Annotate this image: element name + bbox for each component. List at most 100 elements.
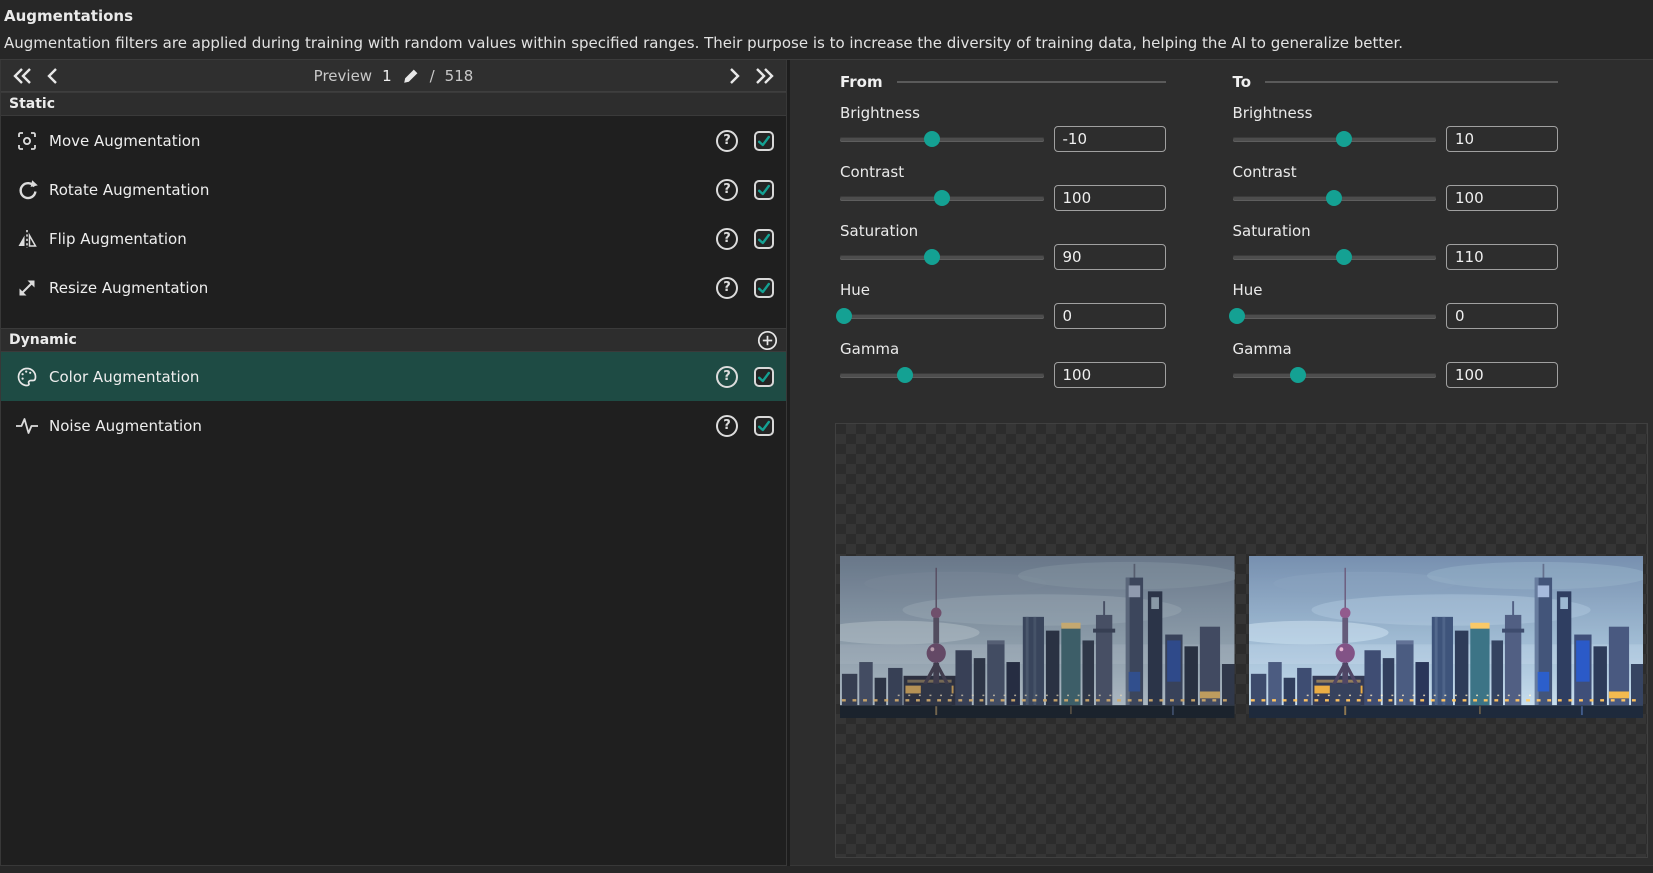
slider-label: Brightness [840, 104, 1166, 122]
from-saturation-group: Saturation [840, 222, 1166, 266]
slider-track[interactable] [840, 255, 1044, 260]
slider-track[interactable] [840, 314, 1044, 319]
from-contrast-slider[interactable] [840, 189, 1044, 207]
slider-knob[interactable] [836, 308, 852, 324]
previous-page-button[interactable] [45, 65, 61, 87]
from-gamma-slider[interactable] [840, 366, 1044, 384]
from-hue-input[interactable] [1054, 303, 1166, 329]
slider-label: Saturation [1233, 222, 1559, 240]
augmentation-label: Flip Augmentation [49, 230, 716, 248]
noise-augmentation-checkbox[interactable] [754, 416, 774, 436]
edit-page-icon[interactable] [402, 67, 420, 85]
to-gamma-input[interactable] [1446, 362, 1558, 388]
preview-pager: Preview 1 / 518 [61, 67, 726, 85]
from-brightness-input[interactable] [1054, 126, 1166, 152]
help-icon[interactable]: ? [716, 415, 738, 437]
to-contrast-slider[interactable] [1233, 189, 1437, 207]
range-controls: From Brightness Contrast [790, 60, 1653, 399]
from-brightness-slider[interactable] [840, 130, 1044, 148]
from-saturation-slider[interactable] [840, 248, 1044, 266]
to-hue-input[interactable] [1446, 303, 1558, 329]
move-augmentation-checkbox[interactable] [754, 131, 774, 151]
slider-knob[interactable] [934, 190, 950, 206]
move-icon [15, 130, 39, 152]
slider-label: Gamma [840, 340, 1166, 358]
slider-track[interactable] [840, 137, 1044, 142]
slider-track[interactable] [840, 373, 1044, 378]
to-brightness-slider[interactable] [1233, 130, 1437, 148]
augmentation-label: Rotate Augmentation [49, 181, 716, 199]
last-page-button[interactable] [752, 65, 776, 87]
flip-augmentation-checkbox[interactable] [754, 229, 774, 249]
to-hue-slider[interactable] [1233, 307, 1437, 325]
row-move-augmentation[interactable]: Move Augmentation ? [1, 116, 786, 165]
from-gamma-group: Gamma [840, 340, 1166, 384]
slider-knob[interactable] [1336, 131, 1352, 147]
to-saturation-slider[interactable] [1233, 248, 1437, 266]
augmentation-label: Color Augmentation [49, 368, 716, 386]
from-header: From [840, 72, 1166, 92]
help-icon[interactable]: ? [716, 228, 738, 250]
slider-track[interactable] [1233, 255, 1437, 260]
to-gamma-slider[interactable] [1233, 366, 1437, 384]
slider-knob[interactable] [1290, 367, 1306, 383]
dynamic-section-header: Dynamic [1, 328, 786, 352]
dynamic-section-label: Dynamic [9, 332, 77, 348]
slider-knob[interactable] [1326, 190, 1342, 206]
slider-track[interactable] [1233, 314, 1437, 319]
header-rule [1265, 81, 1558, 83]
row-flip-augmentation[interactable]: Flip Augmentation ? [1, 214, 786, 263]
rotate-augmentation-checkbox[interactable] [754, 180, 774, 200]
from-brightness-group: Brightness [840, 104, 1166, 148]
to-brightness-input[interactable] [1446, 126, 1558, 152]
preview-current-page[interactable]: 1 [382, 67, 392, 85]
preview-nav-left [11, 65, 61, 87]
help-icon[interactable]: ? [716, 179, 738, 201]
to-contrast-group: Contrast [1233, 163, 1559, 207]
main-area: Preview 1 / 518 Static [0, 59, 1653, 866]
row-noise-augmentation[interactable]: Noise Augmentation ? [1, 401, 786, 450]
from-gamma-input[interactable] [1054, 362, 1166, 388]
page-description: Augmentation filters are applied during … [4, 34, 1649, 52]
slider-track[interactable] [1233, 373, 1437, 378]
slider-knob[interactable] [1336, 249, 1352, 265]
noise-icon [15, 415, 39, 437]
slider-label: Saturation [840, 222, 1166, 240]
help-icon[interactable]: ? [716, 366, 738, 388]
to-header: To [1233, 72, 1559, 92]
slider-knob[interactable] [924, 131, 940, 147]
preview-page-separator: / [430, 67, 435, 85]
slider-knob[interactable] [1229, 308, 1245, 324]
row-resize-augmentation[interactable]: Resize Augmentation ? [1, 263, 786, 312]
to-saturation-input[interactable] [1446, 244, 1558, 270]
augmentation-label: Noise Augmentation [49, 417, 716, 435]
to-column: To Brightness Contrast [1233, 72, 1559, 399]
color-augmentation-checkbox[interactable] [754, 367, 774, 387]
row-color-augmentation[interactable]: Color Augmentation ? [1, 352, 786, 401]
add-augmentation-button[interactable] [757, 330, 778, 351]
from-contrast-input[interactable] [1054, 185, 1166, 211]
static-section-header: Static [1, 92, 786, 116]
help-icon[interactable]: ? [716, 130, 738, 152]
from-saturation-input[interactable] [1054, 244, 1166, 270]
slider-track[interactable] [1233, 137, 1437, 142]
slider-label: Hue [840, 281, 1166, 299]
help-icon[interactable]: ? [716, 277, 738, 299]
first-page-button[interactable] [11, 65, 35, 87]
from-title: From [840, 73, 883, 91]
section-gap [1, 312, 786, 328]
augmentation-list-panel: Preview 1 / 518 Static [0, 60, 787, 866]
to-contrast-input[interactable] [1446, 185, 1558, 211]
resize-augmentation-checkbox[interactable] [754, 278, 774, 298]
from-hue-slider[interactable] [840, 307, 1044, 325]
row-rotate-augmentation[interactable]: Rotate Augmentation ? [1, 165, 786, 214]
slider-knob[interactable] [897, 367, 913, 383]
slider-label: Brightness [1233, 104, 1559, 122]
preview-image-from [840, 556, 1235, 718]
slider-knob[interactable] [924, 249, 940, 265]
preview-image-to [1249, 556, 1644, 718]
next-page-button[interactable] [726, 65, 742, 87]
list-empty-space [1, 450, 786, 865]
augmentation-preview-area [835, 423, 1648, 858]
to-title: To [1233, 73, 1252, 91]
